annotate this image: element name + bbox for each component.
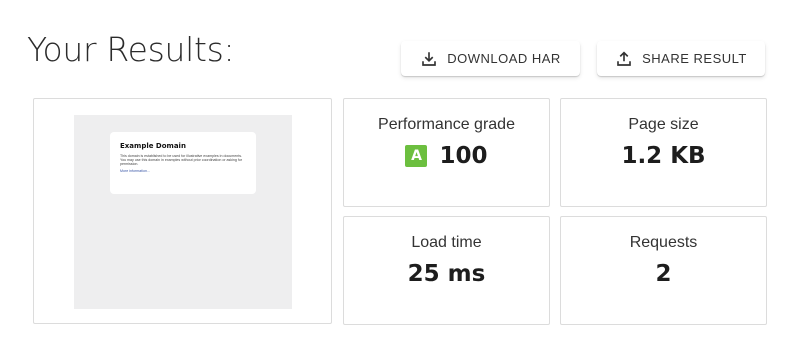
performance-grade-label: Performance grade <box>378 116 515 133</box>
page-size-card: Page size 1.2 KB <box>560 98 767 207</box>
share-result-label: SHARE RESULT <box>642 51 747 66</box>
download-har-button[interactable]: DOWNLOAD HAR <box>401 41 580 76</box>
preview-content-box: Example Domain This domain is establishe… <box>110 132 256 194</box>
page-size-value: 1.2 KB <box>621 143 706 169</box>
performance-grade-card: Performance grade A 100 <box>343 98 550 207</box>
requests-label: Requests <box>629 234 698 251</box>
download-icon <box>420 50 438 68</box>
load-time-value: 25 ms <box>407 261 486 287</box>
preview-heading: Example Domain <box>120 142 186 150</box>
page-title: Your Results: <box>27 30 235 69</box>
requests-value: 2 <box>655 261 672 287</box>
requests-card: Requests 2 <box>560 216 767 325</box>
share-result-button[interactable]: SHARE RESULT <box>597 41 765 76</box>
page-size-label: Page size <box>628 116 699 133</box>
preview-body-text: This domain is established to be used fo… <box>120 154 243 167</box>
load-time-card: Load time 25 ms <box>343 216 550 325</box>
performance-grade-value-row: A 100 <box>344 143 549 169</box>
preview-more-info-link: More information... <box>120 168 150 173</box>
load-time-label: Load time <box>411 234 482 251</box>
grade-badge: A <box>405 145 428 167</box>
performance-grade-score: 100 <box>439 143 488 169</box>
page-preview-card: Example Domain This domain is establishe… <box>33 98 332 324</box>
share-upload-icon <box>615 50 633 68</box>
page-screenshot: Example Domain This domain is establishe… <box>74 115 292 309</box>
download-har-label: DOWNLOAD HAR <box>447 51 561 66</box>
